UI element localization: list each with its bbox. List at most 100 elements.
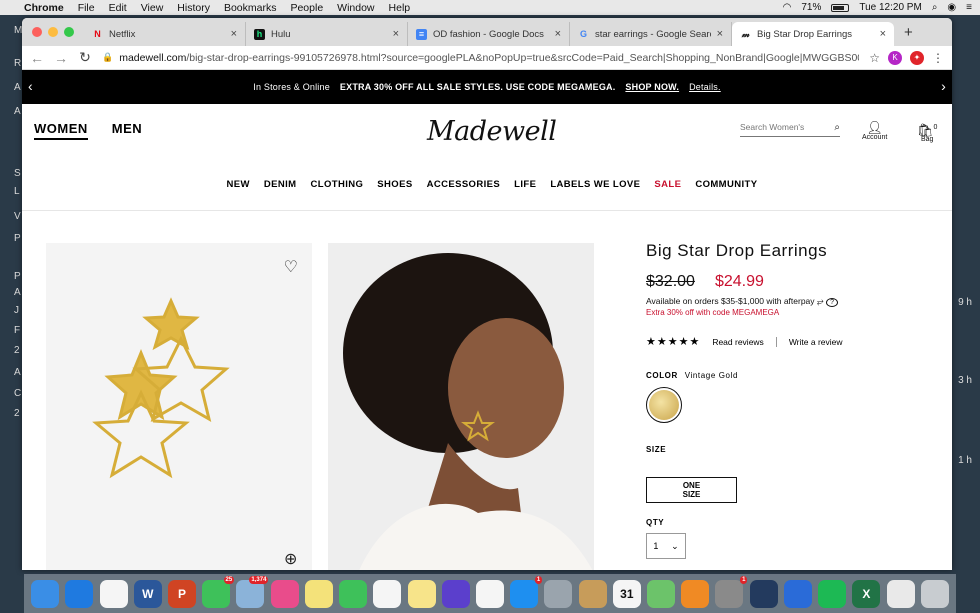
finder-icon[interactable] <box>31 579 60 608</box>
reminders-icon[interactable] <box>475 579 504 608</box>
messages-icon[interactable]: 25 <box>202 575 235 608</box>
trash-icon[interactable] <box>920 579 949 608</box>
siri-icon[interactable] <box>441 579 470 608</box>
launchpad-icon[interactable] <box>544 579 573 608</box>
search-field[interactable]: Search Women's ⌕ <box>740 122 840 137</box>
clock[interactable]: Tue 12:20 PM <box>859 2 921 13</box>
powerpoint-icon[interactable]: P <box>167 579 196 608</box>
photos-icon[interactable] <box>373 579 402 608</box>
nav-denim[interactable]: DENIM <box>264 179 297 190</box>
notes-icon[interactable] <box>407 579 436 608</box>
details-link[interactable]: Details. <box>689 82 721 92</box>
nav-community[interactable]: COMMUNITY <box>695 179 757 190</box>
safari-icon[interactable] <box>65 579 94 608</box>
women-link[interactable]: WOMEN <box>34 121 88 140</box>
menu-help[interactable]: Help <box>389 2 411 14</box>
stickies-icon[interactable] <box>304 579 333 608</box>
write-review-link[interactable]: Write a review <box>789 337 843 347</box>
nav-sale[interactable]: SALE <box>654 179 681 190</box>
product-image-model[interactable] <box>328 243 594 570</box>
menu-edit[interactable]: Edit <box>109 2 127 14</box>
siri-icon[interactable]: ◉ <box>947 2 956 13</box>
bluetooth-icon[interactable] <box>783 579 812 608</box>
maps-icon[interactable] <box>647 579 676 608</box>
shop-now-link[interactable]: SHOP NOW. <box>625 82 679 92</box>
menu-view[interactable]: View <box>141 2 164 14</box>
tab-hulu[interactable]: h Hulu × <box>246 22 408 46</box>
documents-icon[interactable] <box>886 579 915 608</box>
new-tab-icon[interactable]: + <box>904 24 913 41</box>
appstore-icon[interactable]: 1 <box>510 575 543 608</box>
minimize-window-button[interactable] <box>48 27 58 37</box>
menu-bookmarks[interactable]: Bookmarks <box>224 2 277 14</box>
contacts-icon[interactable] <box>578 579 607 608</box>
color-swatch-vintage-gold[interactable] <box>646 387 682 423</box>
chevron-right-icon[interactable]: › <box>941 78 946 94</box>
desktop-letter: J <box>14 305 19 316</box>
notification-center-icon[interactable]: ≡ <box>966 2 972 13</box>
rating-stars: ★★★★★ <box>646 336 701 348</box>
nav-new[interactable]: NEW <box>226 179 249 190</box>
nav-accessories[interactable]: ACCESSORIES <box>427 179 501 190</box>
books-icon[interactable] <box>681 579 710 608</box>
close-tab-icon[interactable]: × <box>393 28 399 40</box>
promo-headline: EXTRA 30% OFF ALL SALE STYLES. USE CODE … <box>339 82 616 92</box>
zoom-icon[interactable]: ⊕ <box>284 549 297 569</box>
quicktime-icon[interactable] <box>749 579 778 608</box>
battery-icon[interactable] <box>831 3 850 12</box>
menu-history[interactable]: History <box>177 2 210 14</box>
lock-icon[interactable]: 🔒 <box>102 52 113 63</box>
search-icon[interactable]: ⌕ <box>834 122 840 133</box>
tab-google-search[interactable]: G star earrings - Google Search × <box>570 22 732 46</box>
tab-google-docs[interactable]: ≡ OD fashion - Google Docs × <box>408 22 570 46</box>
excel-icon-label: X <box>862 586 871 601</box>
facetime-icon[interactable] <box>339 579 368 608</box>
word-icon[interactable]: W <box>133 579 162 608</box>
nav-labels-we-love[interactable]: LABELS WE LOVE <box>550 179 640 190</box>
back-icon[interactable]: ← <box>30 50 44 66</box>
men-link[interactable]: MEN <box>112 121 142 140</box>
menu-dots-icon[interactable]: ⋮ <box>932 51 944 65</box>
spotify-icon[interactable] <box>818 579 847 608</box>
address-bar[interactable]: 🔒 madewell.com/big-star-drop-earrings-99… <box>102 48 859 68</box>
close-tab-icon[interactable]: × <box>880 28 886 40</box>
close-tab-icon[interactable]: × <box>555 28 561 40</box>
menu-people[interactable]: People <box>290 2 323 14</box>
tab-madewell[interactable]: 𝓂 Big Star Drop Earrings × <box>732 22 894 46</box>
menu-chrome[interactable]: Chrome <box>24 2 64 14</box>
tab-netflix[interactable]: N Netflix × <box>84 22 246 46</box>
forward-icon[interactable]: → <box>54 50 68 66</box>
chrome-icon[interactable] <box>99 579 128 608</box>
close-tab-icon[interactable]: × <box>717 28 723 40</box>
nav-clothing[interactable]: CLOTHING <box>310 179 363 190</box>
preview-icon[interactable]: 1,374 <box>236 575 269 608</box>
read-reviews-link[interactable]: Read reviews <box>712 337 764 347</box>
madewell-logo[interactable]: Madewell <box>427 116 557 147</box>
extension-icon[interactable]: ✦ <box>910 50 924 65</box>
excel-icon[interactable]: X <box>852 579 881 608</box>
profile-avatar[interactable]: K <box>888 50 902 65</box>
wifi-icon[interactable]: ◠ <box>783 2 792 13</box>
close-tab-icon[interactable]: × <box>231 28 237 40</box>
menu-window[interactable]: Window <box>337 2 374 14</box>
bag-button[interactable]: 🛍︎0 Bag <box>917 121 937 143</box>
system-preferences-icon[interactable]: 1 <box>715 575 748 608</box>
itunes-icon[interactable] <box>270 579 299 608</box>
desktop-letter: V <box>14 211 21 222</box>
size-option-button[interactable]: ONE SIZE <box>646 477 737 503</box>
quantity-select[interactable]: 1 ⌄ <box>646 533 686 559</box>
search-icon[interactable]: ⌕ <box>932 2 938 13</box>
product-image-earrings[interactable]: ♡ ⊕ <box>46 243 312 570</box>
desktop-letter: L <box>14 186 20 197</box>
maximize-window-button[interactable] <box>64 27 74 37</box>
nav-life[interactable]: LIFE <box>514 179 536 190</box>
reload-icon[interactable]: ↻ <box>78 49 92 66</box>
bookmark-star-icon[interactable]: ☆ <box>869 51 880 65</box>
chevron-left-icon[interactable]: ‹ <box>28 78 33 94</box>
info-icon[interactable]: ? <box>826 298 839 307</box>
account-button[interactable]: 👤︎ Account <box>862 121 887 141</box>
nav-shoes[interactable]: SHOES <box>377 179 412 190</box>
close-window-button[interactable] <box>32 27 42 37</box>
calendar-icon[interactable]: 31 <box>612 579 641 608</box>
menu-file[interactable]: File <box>78 2 95 14</box>
